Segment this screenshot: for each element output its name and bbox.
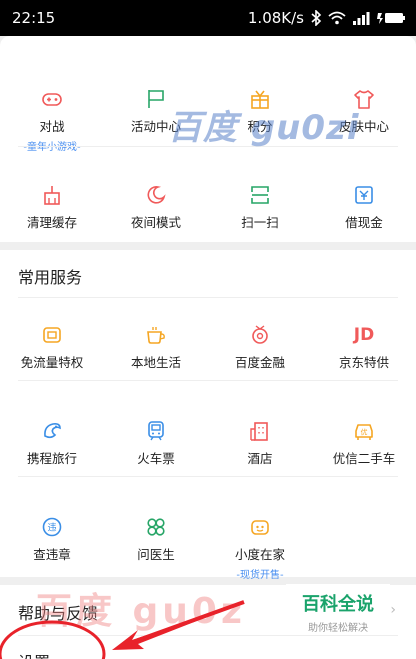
service-sublabel: -现货开售- [236,570,284,581]
service-free-data[interactable]: 免流量特权 [0,284,104,380]
building-icon [249,420,271,442]
smart-speaker-icon [249,516,271,538]
status-time: 22:15 [12,9,56,27]
service-ctrip[interactable]: 携程旅行 [0,380,104,476]
watermark-bottom: 百度 gu0z [36,591,246,632]
service-ask-doctor[interactable]: 问医生 [104,476,208,572]
violation-icon: 违 [41,516,63,538]
service-label: 优信二手车 [332,451,396,466]
service-label: 京东特供 [338,355,389,370]
service-xiaodu-home[interactable]: 小度在家 -现货开售- [208,476,312,581]
jd-logo-icon: JD [353,325,375,345]
flag-icon [145,88,167,110]
coffee-cup-icon [145,324,167,346]
badge-title: 百科全说 [302,594,374,615]
dolphin-icon [41,420,63,442]
service-label: 免流量特权 [20,355,84,370]
tool-scan[interactable]: 扫一扫 [208,144,312,240]
service-label: 携程旅行 [26,451,77,466]
train-icon [145,420,167,442]
broom-icon [41,184,63,206]
service-label: 百度金融 [234,355,285,370]
tools-row-2: 清理缓存 夜间模式 扫一扫 借现金 [0,144,416,240]
battery-icon [376,11,406,25]
service-youxin-used-car[interactable]: 优 优信二手车 [312,380,416,476]
signal-icon [352,11,370,25]
service-hotel[interactable]: 酒店 [208,380,312,476]
service-train-ticket[interactable]: 火车票 [104,380,208,476]
net-speed: 1.08K/s [247,9,304,27]
chevron-right-icon: › [390,602,396,618]
service-label: 小度在家 [234,547,285,562]
watermark-top: 百度 gu0zi [168,108,360,148]
tool-label: 清理缓存 [26,215,77,230]
service-local-life[interactable]: 本地生活 [104,284,208,380]
bluetooth-icon [310,10,322,26]
svg-text:优: 优 [361,428,368,437]
services-row-3: 违 查违章 问医生 小度在家 -现货开售- [0,476,416,581]
clover-icon [145,516,167,538]
service-baidu-finance[interactable]: 百度金融 [208,284,312,380]
gamepad-icon [41,88,63,110]
data-card-icon [41,324,63,346]
scan-icon [249,184,271,206]
services-row-2: 携程旅行 火车票 酒店 优 优信二手车 [0,380,416,476]
tool-night-mode[interactable]: 夜间模式 [104,144,208,240]
tool-duizhan[interactable]: 对战 -童年小游戏- [0,48,104,153]
service-label: 本地生活 [130,355,181,370]
services-row-1: 免流量特权 本地生活 百度金融 JD 京东特供 [0,284,416,380]
tool-clear-cache[interactable]: 清理缓存 [0,144,104,240]
tool-label: 借现金 [345,215,383,230]
service-label: 查违章 [33,547,71,562]
row-divider [18,635,398,636]
tool-borrow-cash[interactable]: 借现金 [312,144,416,240]
tool-label: 夜间模式 [130,215,181,230]
car-icon: 优 [353,420,375,442]
tool-label: 对战 [39,119,65,134]
moon-icon [145,184,167,206]
service-jd[interactable]: JD 京东特供 [312,284,416,380]
baike-badge: 百科全说 助你轻松解决 [286,584,390,634]
services-card: 常用服务 免流量特权 本地生活 百度金融 JD 京东特供 携程旅行 火车票 酒店… [0,250,416,581]
status-icons: 1.08K/s [248,9,406,27]
tool-label: 扫一扫 [241,215,279,230]
svg-text:违: 违 [47,523,56,534]
badge-subtitle: 助你轻松解决 [308,623,368,634]
baidu-mine-page: 22:15 1.08K/s 对战 -童年小游戏- 活动中心 积分 皮肤中心 清理… [0,0,416,659]
service-traffic-violation[interactable]: 违 查违章 [0,476,104,572]
status-bar: 22:15 1.08K/s [0,0,416,36]
service-label: 酒店 [247,451,273,466]
service-label: 火车票 [137,451,175,466]
finance-icon [249,324,271,346]
settings-item[interactable]: 设置 [18,649,50,659]
wifi-icon [328,11,346,25]
service-label: 问医生 [137,547,175,562]
cash-icon [353,184,375,206]
